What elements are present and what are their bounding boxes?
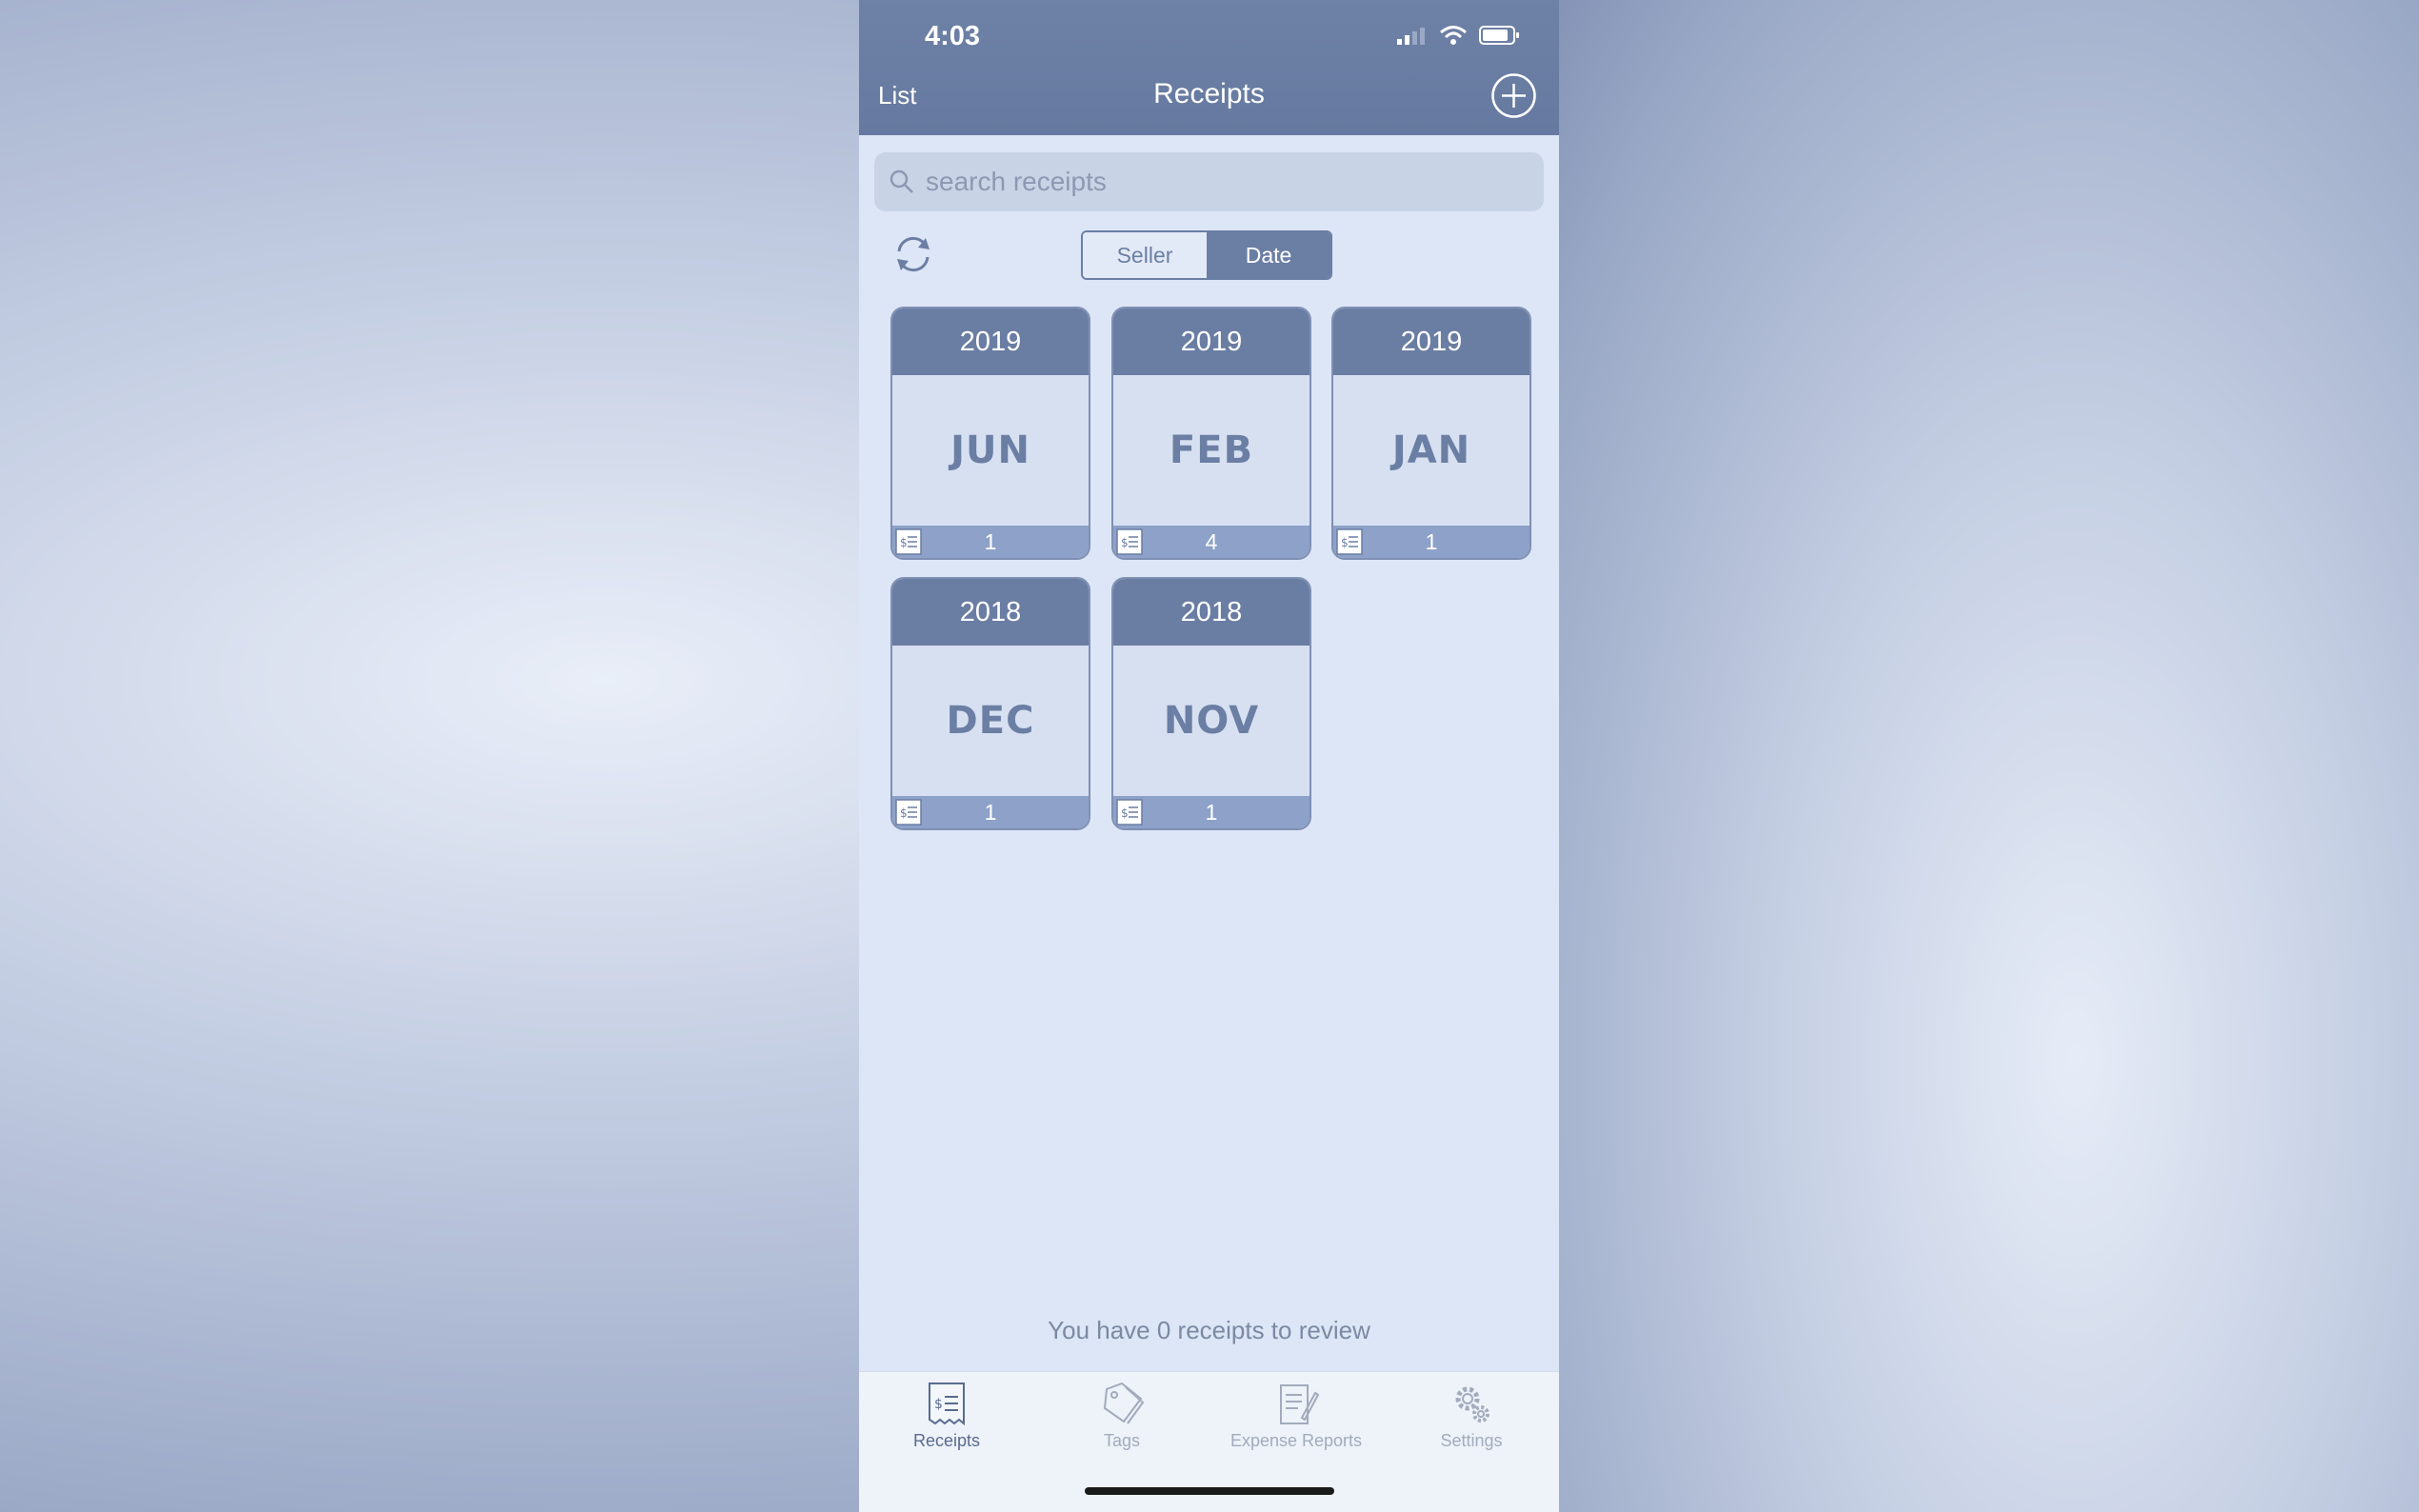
card-year: 2018 [1113,579,1309,646]
tab-expense-reports[interactable]: Expense Reports [1209,1380,1384,1451]
card-month: DEC [946,699,1035,743]
cellular-signal-icon [1397,28,1425,45]
status-time: 4:03 [925,21,981,51]
gear-icon [1455,1386,1489,1422]
receipt-icon: $ [895,528,922,555]
tab-label: Expense Reports [1229,1431,1363,1450]
svg-text:$: $ [900,806,908,820]
month-card[interactable]: 2019 FEB $ 4 [1111,307,1311,560]
svg-text:$: $ [1121,536,1129,549]
receipt-icon: $ [1116,528,1143,555]
tab-tags[interactable]: Tags [1034,1380,1210,1451]
card-count: 1 [984,799,997,825]
tab-label: Tags [1103,1431,1141,1450]
month-card[interactable]: 2018 NOV $ 1 [1111,577,1311,830]
card-count-bar: $ 1 [1113,796,1309,828]
receipt-icon: $ [929,1383,965,1426]
card-count: 4 [1205,528,1218,554]
svg-text:$: $ [1341,536,1349,549]
receipt-icon: $ [1336,528,1363,555]
svg-text:$: $ [1121,806,1129,820]
sort-segmented-control: Seller Date [1081,230,1332,280]
search-icon [890,169,913,193]
report-icon [1280,1384,1319,1424]
card-month: NOV [1163,699,1260,743]
card-year: 2019 [1333,308,1529,375]
month-card[interactable]: 2019 JUN $ 1 [890,307,1090,560]
card-year: 2019 [892,308,1089,375]
tab-settings[interactable]: Settings [1384,1380,1559,1451]
phone-screen: 4:03 List Receipts search receipts Selle… [859,0,1559,1512]
month-card[interactable]: 2019 JAN $ 1 [1331,307,1531,560]
top-bar: 4:03 List Receipts [859,0,1559,135]
tab-label: Receipts [912,1431,981,1450]
card-count-bar: $ 1 [892,526,1089,558]
card-count-bar: $ 1 [1333,526,1529,558]
svg-text:$: $ [934,1397,943,1412]
card-count: 1 [1205,799,1218,825]
tab-receipts[interactable]: $ Receipts [859,1380,1034,1451]
add-receipt-button[interactable] [1490,72,1537,119]
month-card-grid: 2019 JUN $ 1 2019 FEB $ 4 2019 JAN $ 1 2… [890,307,1538,840]
page-title: Receipts [1153,78,1265,109]
seller-segment[interactable]: Seller [1083,232,1207,278]
card-count: 1 [1425,528,1438,554]
search-bar[interactable] [874,152,1544,211]
battery-icon [1479,26,1519,45]
tab-label: Settings [1440,1431,1503,1450]
receipt-icon: $ [895,799,922,826]
month-card[interactable]: 2018 DEC $ 1 [890,577,1090,830]
search-input[interactable] [924,166,1537,198]
card-year: 2018 [892,579,1089,646]
card-year: 2019 [1113,308,1309,375]
svg-text:$: $ [900,536,908,549]
card-count-bar: $ 1 [892,796,1089,828]
status-icons [1397,25,1521,46]
card-month: JAN [1391,428,1471,472]
wifi-icon [1440,26,1467,45]
tag-icon [1103,1382,1145,1424]
date-segment[interactable]: Date [1207,232,1330,278]
background-right [1559,0,2419,1512]
card-count-bar: $ 4 [1113,526,1309,558]
card-month: JUN [950,428,1030,472]
card-month: FEB [1169,428,1254,472]
home-indicator [1085,1487,1334,1495]
review-status-text: You have 0 receipts to review [1048,1316,1370,1344]
refresh-icon[interactable] [891,232,935,276]
card-count: 1 [984,528,997,554]
receipt-icon: $ [1116,799,1143,826]
